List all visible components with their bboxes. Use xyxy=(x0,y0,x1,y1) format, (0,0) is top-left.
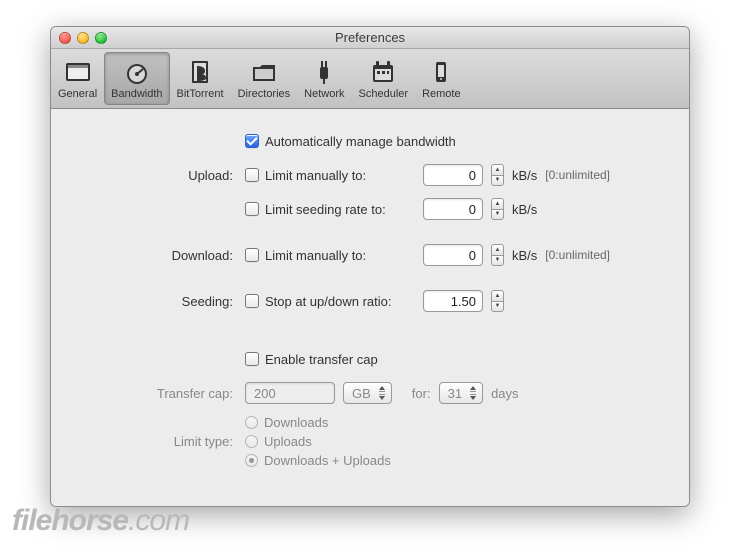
download-limit-input[interactable] xyxy=(423,244,483,266)
cap-for-label: for: xyxy=(412,386,431,401)
enable-cap-checkbox[interactable]: Enable transfer cap xyxy=(245,352,378,367)
tab-bandwidth[interactable]: Bandwidth xyxy=(104,52,169,105)
limit-type-both-radio[interactable]: Downloads + Uploads xyxy=(245,453,391,468)
bittorrent-icon xyxy=(186,59,214,84)
preferences-window: Preferences General Bandwidth BitTorrent… xyxy=(50,26,690,507)
cap-unit-select[interactable]: GB xyxy=(343,382,392,404)
limit-type-label: Limit type: xyxy=(75,434,245,449)
upload-limit-checkbox[interactable]: Limit manually to: xyxy=(245,168,415,183)
cap-value-input[interactable] xyxy=(245,382,335,404)
upload-seed-stepper[interactable]: ▲▼ xyxy=(491,198,504,220)
tab-remote[interactable]: Remote xyxy=(415,52,468,105)
download-limit-checkbox[interactable]: Limit manually to: xyxy=(245,248,415,263)
bandwidth-pane: Automatically manage bandwidth Upload: L… xyxy=(51,109,689,506)
unit-label: kB/s xyxy=(512,248,537,263)
folder-icon xyxy=(250,59,278,84)
upload-section-label: Upload: xyxy=(75,168,245,183)
seeding-stop-checkbox[interactable]: Stop at up/down ratio: xyxy=(245,294,415,309)
window-minimize-button[interactable] xyxy=(77,32,89,44)
watermark: filehorse.com xyxy=(12,504,189,538)
unlimited-hint: [0:unlimited] xyxy=(545,168,610,182)
seeding-ratio-stepper[interactable]: ▲▼ xyxy=(491,290,504,312)
seeding-ratio-input[interactable] xyxy=(423,290,483,312)
seeding-section-label: Seeding: xyxy=(75,294,245,309)
calendar-icon xyxy=(369,59,397,84)
unlimited-hint: [0:unlimited] xyxy=(545,248,610,262)
tab-scheduler[interactable]: Scheduler xyxy=(352,52,416,105)
tab-bittorrent[interactable]: BitTorrent xyxy=(170,52,231,105)
limit-type-uploads-radio[interactable]: Uploads xyxy=(245,434,312,449)
window-zoom-button[interactable] xyxy=(95,32,107,44)
cap-days-label: days xyxy=(491,386,518,401)
cap-section-label: Transfer cap: xyxy=(75,386,245,401)
window-title: Preferences xyxy=(51,30,689,45)
auto-manage-checkbox[interactable]: Automatically manage bandwidth xyxy=(245,134,456,149)
gauge-icon xyxy=(123,59,151,84)
upload-seed-input[interactable] xyxy=(423,198,483,220)
tab-network[interactable]: Network xyxy=(297,52,351,105)
plug-icon xyxy=(310,59,338,84)
limit-type-downloads-radio[interactable]: Downloads xyxy=(245,415,328,430)
phone-icon xyxy=(427,59,455,84)
download-section-label: Download: xyxy=(75,248,245,263)
download-limit-stepper[interactable]: ▲▼ xyxy=(491,244,504,266)
preferences-toolbar: General Bandwidth BitTorrent Directories… xyxy=(51,49,689,109)
titlebar: Preferences xyxy=(51,27,689,49)
general-icon xyxy=(64,59,92,84)
unit-label: kB/s xyxy=(512,202,537,217)
upload-seed-checkbox[interactable]: Limit seeding rate to: xyxy=(245,202,415,217)
unit-label: kB/s xyxy=(512,168,537,183)
cap-days-select[interactable]: 31 xyxy=(439,382,483,404)
tab-directories[interactable]: Directories xyxy=(231,52,298,105)
upload-limit-input[interactable] xyxy=(423,164,483,186)
upload-limit-stepper[interactable]: ▲▼ xyxy=(491,164,504,186)
window-close-button[interactable] xyxy=(59,32,71,44)
tab-general[interactable]: General xyxy=(51,52,104,105)
